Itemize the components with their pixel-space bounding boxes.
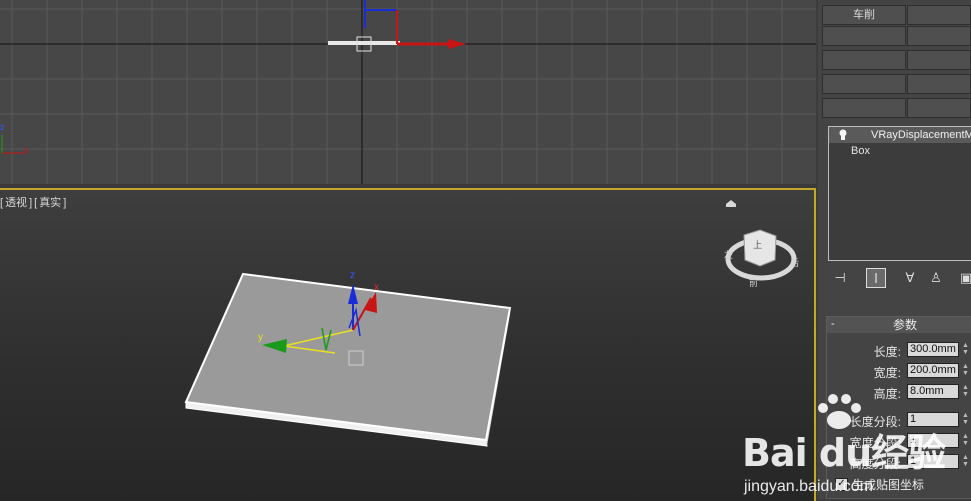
modifier-button-9[interactable] bbox=[822, 98, 906, 118]
modifier-button-6[interactable] bbox=[907, 50, 971, 70]
length-spinner[interactable]: ▲ ▼ bbox=[962, 342, 970, 357]
svg-text:x: x bbox=[24, 145, 29, 155]
modifier-button-10[interactable] bbox=[907, 98, 971, 118]
show-end-result-icon[interactable]: Ⅰ bbox=[866, 268, 886, 288]
modifier-button-8[interactable] bbox=[907, 74, 971, 94]
length-label: 长度: bbox=[873, 345, 901, 359]
modifier-button-7[interactable] bbox=[822, 74, 906, 94]
pin-stack-icon[interactable]: ⊣ bbox=[830, 268, 850, 288]
gizmo-x-label: x bbox=[374, 282, 379, 293]
viewcube-left-label: 左 bbox=[724, 249, 733, 260]
make-unique-icon[interactable]: ∀ bbox=[900, 268, 920, 288]
viewcube-face-label: 上 bbox=[753, 240, 762, 250]
lightbulb-icon[interactable] bbox=[838, 129, 848, 141]
parameters-rollout-title: 参数 bbox=[893, 318, 918, 332]
perspective-viewport[interactable]: [透视][真实] y z x 上 左 后 前 bbox=[0, 188, 816, 501]
rollout-collapse-icon[interactable]: - bbox=[831, 317, 835, 332]
length-field[interactable]: 300.0mm bbox=[907, 342, 959, 357]
watermark-url: jingyan.baidu.com bbox=[744, 478, 873, 495]
width-label: 宽度: bbox=[873, 366, 901, 380]
configure-modifier-sets-icon[interactable]: ▣ bbox=[956, 268, 971, 288]
modifier-button-3[interactable] bbox=[822, 26, 906, 46]
top-viewport-grid: z x bbox=[0, 0, 816, 184]
remove-modifier-icon[interactable]: ♙ bbox=[926, 268, 946, 288]
viewcube[interactable]: 上 左 后 前 bbox=[724, 229, 799, 288]
baidu-watermark: Bai du经验 jingyan.baidu.com bbox=[742, 392, 971, 499]
viewcube-bottom-label: 前 bbox=[749, 277, 758, 288]
modifier-button-4[interactable] bbox=[907, 26, 971, 46]
width-field[interactable]: 200.0mm bbox=[907, 363, 959, 378]
modifier-stack-item-vray[interactable]: VRayDisplacementMod bbox=[829, 127, 971, 143]
parameters-rollout-header[interactable]: - 参数 bbox=[827, 317, 971, 333]
svg-text:z: z bbox=[0, 122, 5, 132]
modifier-stack-item-label: VRayDisplacementMod bbox=[871, 129, 971, 141]
modifier-button-2[interactable] bbox=[907, 5, 971, 25]
gizmo-y-label: y bbox=[258, 332, 263, 343]
home-icon[interactable] bbox=[726, 200, 736, 207]
modifier-stack-toolbar: ⊣ Ⅰ ∀ ♙ ▣ bbox=[828, 268, 971, 290]
box-object[interactable] bbox=[184, 272, 512, 447]
modifier-stack-item-box[interactable]: Box bbox=[851, 145, 870, 157]
watermark-brand: Bai du经验 bbox=[742, 431, 946, 475]
modifier-button-5[interactable] bbox=[822, 50, 906, 70]
gizmo-z-label: z bbox=[350, 270, 355, 281]
viewcube-right-label: 后 bbox=[790, 258, 799, 268]
modifier-stack-list[interactable]: VRayDisplacementMod Box bbox=[828, 126, 971, 261]
lathe-button[interactable]: 车削 bbox=[822, 5, 906, 25]
top-view-world-axis: z x bbox=[0, 122, 29, 155]
top-viewport[interactable]: z x bbox=[0, 0, 816, 184]
width-spinner[interactable]: ▲ ▼ bbox=[962, 363, 970, 378]
